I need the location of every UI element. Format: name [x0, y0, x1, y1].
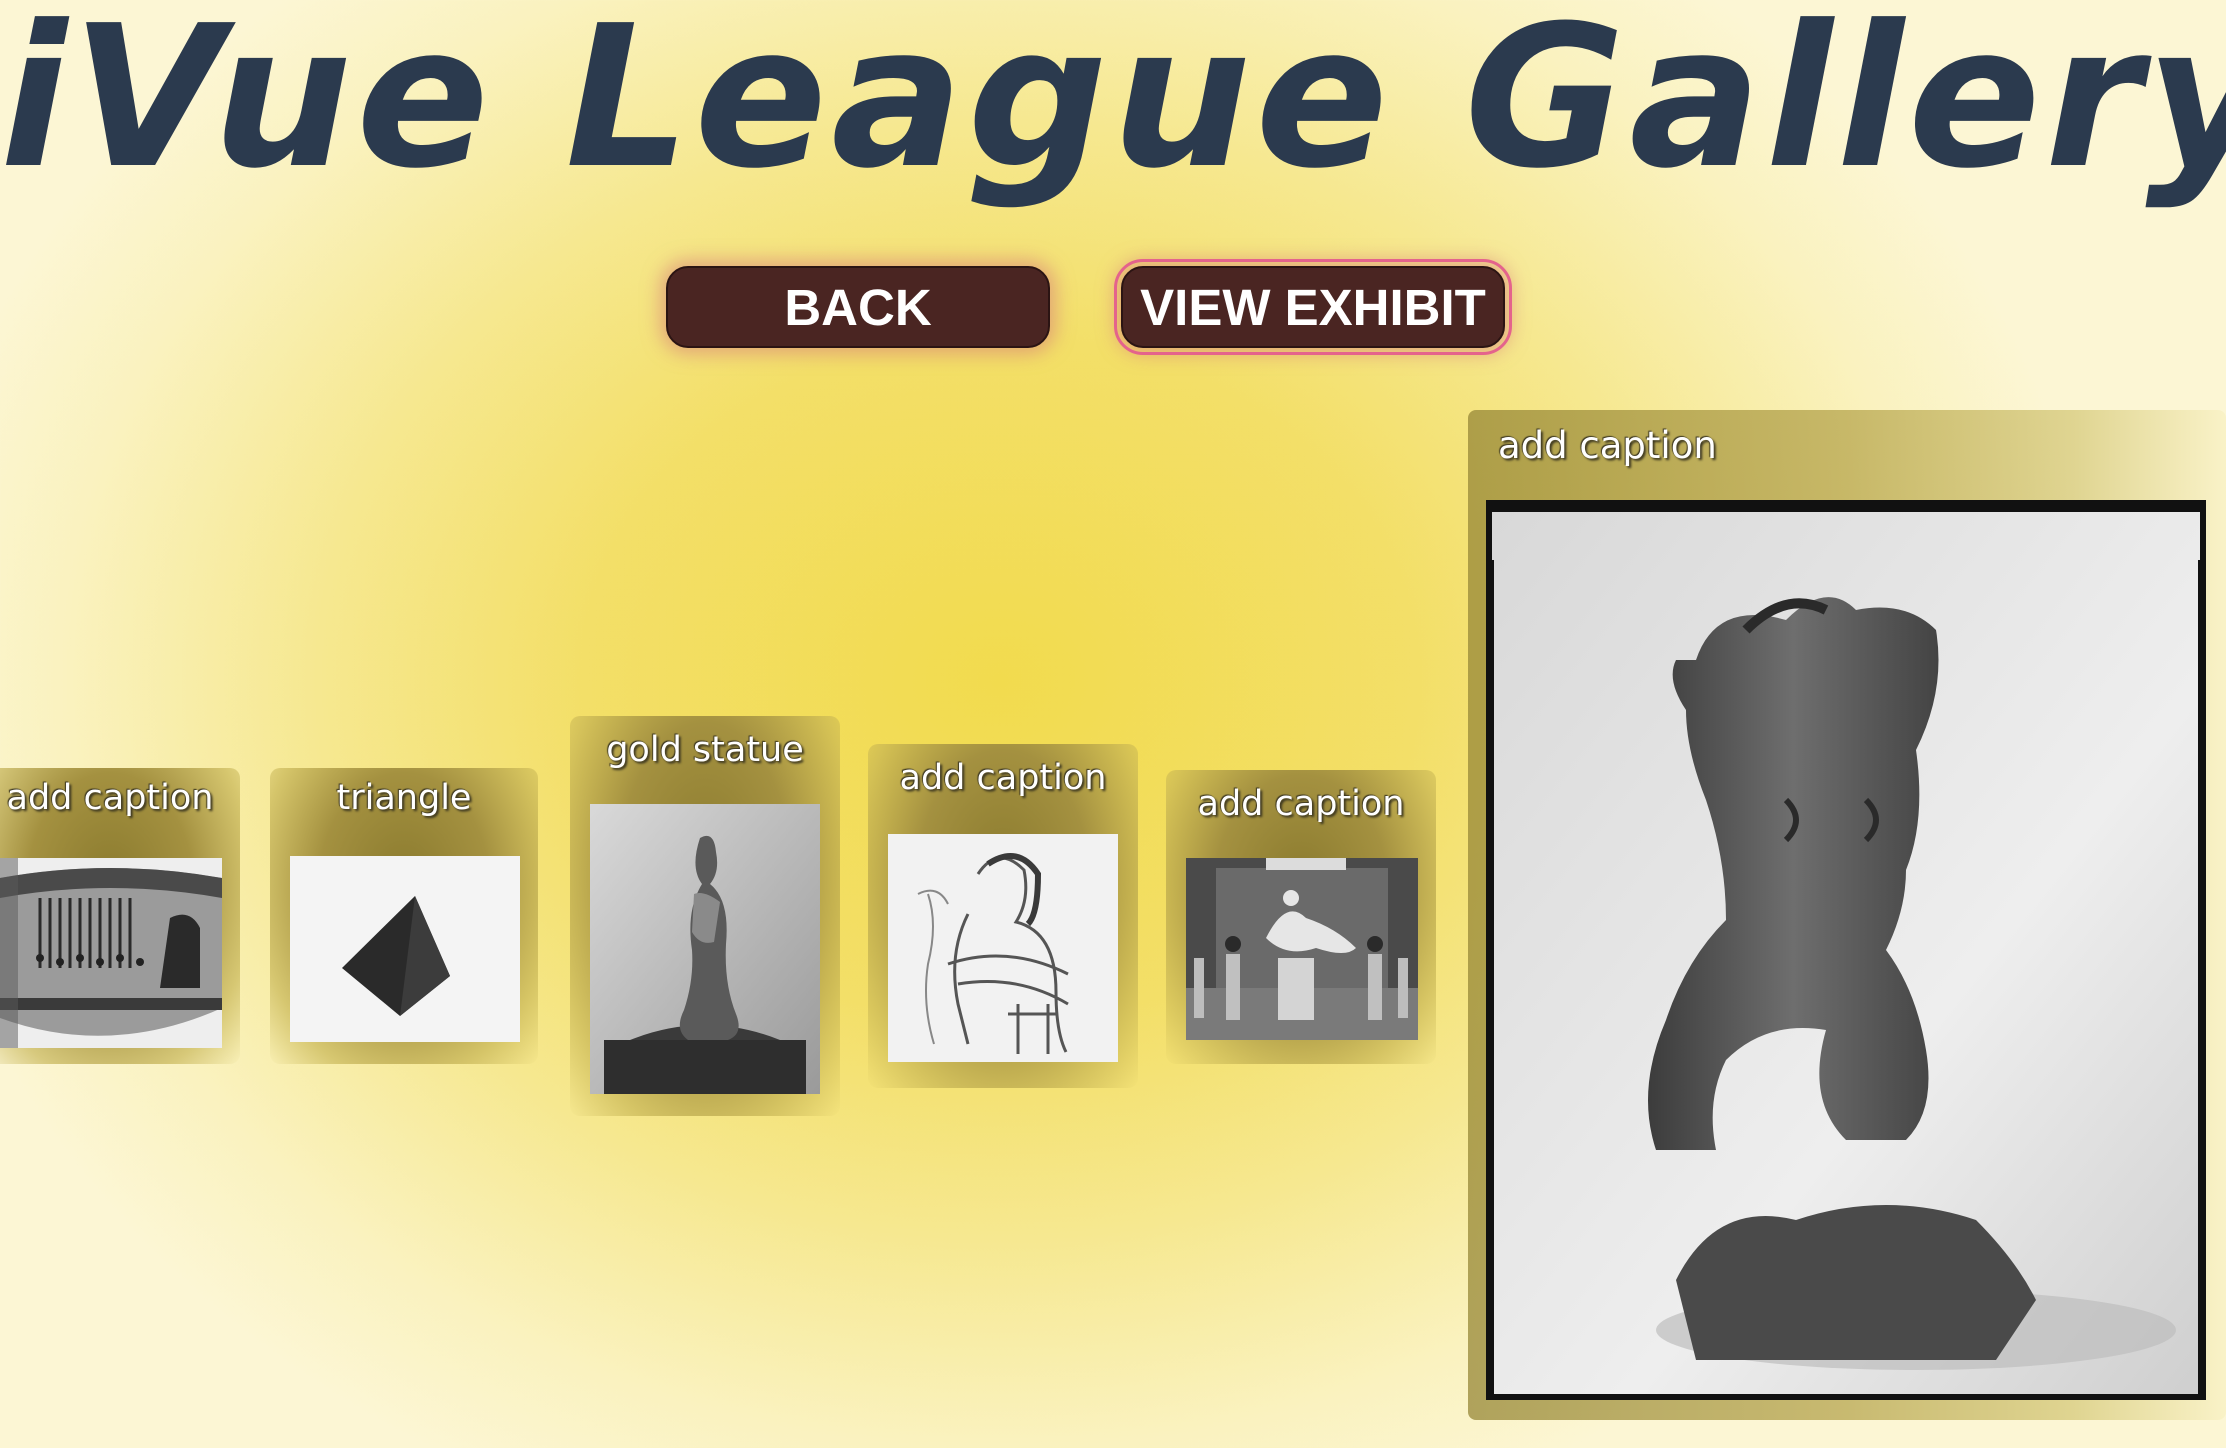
gold-statue-image[interactable] [590, 804, 820, 1094]
gallery-card[interactable]: gold statue [570, 716, 840, 1116]
gallery-card[interactable]: add caption [0, 768, 240, 1064]
card-caption[interactable]: triangle [270, 778, 538, 818]
triangle-image[interactable] [290, 856, 520, 1042]
torso-sculpture-image[interactable] [1486, 500, 2206, 1400]
gallery-room-image[interactable] [1186, 858, 1418, 1040]
sketch-image[interactable] [888, 834, 1118, 1062]
featured-card[interactable]: add caption [1468, 410, 2226, 1420]
vase-image[interactable] [0, 858, 222, 1048]
back-button[interactable]: BACK [666, 266, 1050, 348]
gallery-card[interactable]: add caption [1166, 770, 1436, 1064]
featured-caption[interactable]: add caption [1498, 424, 2226, 467]
card-caption[interactable]: gold statue [570, 730, 840, 770]
card-caption[interactable]: add caption [1166, 784, 1436, 824]
card-caption[interactable]: add caption [868, 758, 1138, 798]
gallery-card[interactable]: add caption [868, 744, 1138, 1088]
card-caption[interactable]: add caption [0, 778, 240, 818]
page-title: iVue League Gallery [0, 0, 2226, 212]
view-exhibit-button[interactable]: VIEW EXHIBIT [1114, 259, 1512, 355]
gallery-card[interactable]: triangle [270, 768, 538, 1064]
